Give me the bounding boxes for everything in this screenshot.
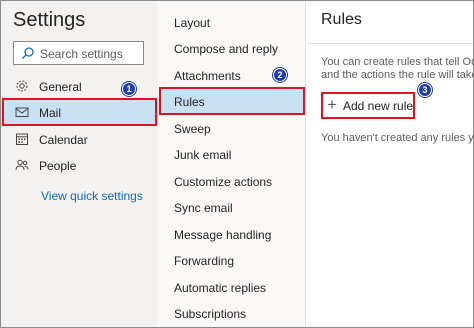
- menu-item-automatic-replies[interactable]: Automatic replies: [160, 275, 306, 301]
- step-badge-2: 2: [273, 68, 287, 82]
- menu-item-sync-email[interactable]: Sync email: [160, 195, 306, 221]
- menu-item-label: Sweep: [174, 122, 211, 136]
- menu-item-layout[interactable]: Layout: [160, 10, 306, 36]
- menu-item-compose-and-reply[interactable]: Compose and reply: [160, 36, 306, 62]
- menu-item-label: Message handling: [174, 228, 272, 242]
- settings-title: Settings: [13, 9, 86, 31]
- menu-item-label: Customize actions: [174, 175, 273, 189]
- rules-description: You can create rules that tell Outl and …: [321, 56, 473, 82]
- sidebar-item-label: Calendar: [39, 133, 88, 147]
- search-input[interactable]: Search settings: [13, 41, 144, 65]
- menu-item-sweep[interactable]: Sweep: [160, 116, 306, 142]
- rules-description-line: and the actions the rule will take.: [321, 69, 473, 81]
- view-quick-settings-link[interactable]: View quick settings: [41, 189, 143, 203]
- rules-pane: Rules You can create rules that tell Out…: [307, 1, 473, 327]
- empty-rules-message: You haven't created any rules yet.: [321, 132, 473, 144]
- step-badge-3: 3: [418, 83, 432, 97]
- menu-item-label: Layout: [174, 16, 211, 30]
- menu-item-label: Automatic replies: [174, 281, 267, 295]
- menu-item-label: Subscriptions: [174, 307, 247, 321]
- sidebar-item-calendar[interactable]: Calendar: [1, 127, 158, 153]
- rules-title: Rules: [321, 11, 362, 28]
- search-icon: [22, 47, 34, 59]
- menu-item-subscriptions[interactable]: Subscriptions: [160, 301, 306, 327]
- menu-item-label: Sync email: [174, 201, 233, 215]
- menu-item-message-handling[interactable]: Message handling: [160, 222, 306, 248]
- sidebar-item-label: General: [39, 80, 82, 94]
- menu-item-customize-actions[interactable]: Customize actions: [160, 169, 306, 195]
- rules-description-line: You can create rules that tell Outl: [321, 56, 473, 68]
- menu-item-forwarding[interactable]: Forwarding: [160, 248, 306, 274]
- search-placeholder: Search settings: [40, 47, 123, 61]
- highlight-rules: [159, 87, 305, 115]
- people-icon: [15, 159, 29, 171]
- highlight-mail: [2, 98, 157, 126]
- sidebar-item-people[interactable]: People: [1, 153, 158, 179]
- menu-item-junk-email[interactable]: Junk email: [160, 142, 306, 168]
- gear-icon: [16, 80, 28, 92]
- highlight-add-new-rule: [321, 92, 415, 119]
- mail-settings-menu: Layout Compose and reply Attachments Rul…: [158, 1, 306, 327]
- menu-item-label: Forwarding: [174, 254, 235, 268]
- calendar-icon: [16, 133, 28, 145]
- divider: [307, 43, 473, 44]
- sidebar-item-label: People: [39, 159, 77, 173]
- menu-item-label: Attachments: [174, 69, 241, 83]
- settings-sidebar: Settings Search settings General Mail Ca…: [1, 1, 158, 327]
- step-badge-1: 1: [122, 82, 136, 96]
- menu-item-label: Junk email: [174, 148, 232, 162]
- menu-item-label: Compose and reply: [174, 42, 279, 56]
